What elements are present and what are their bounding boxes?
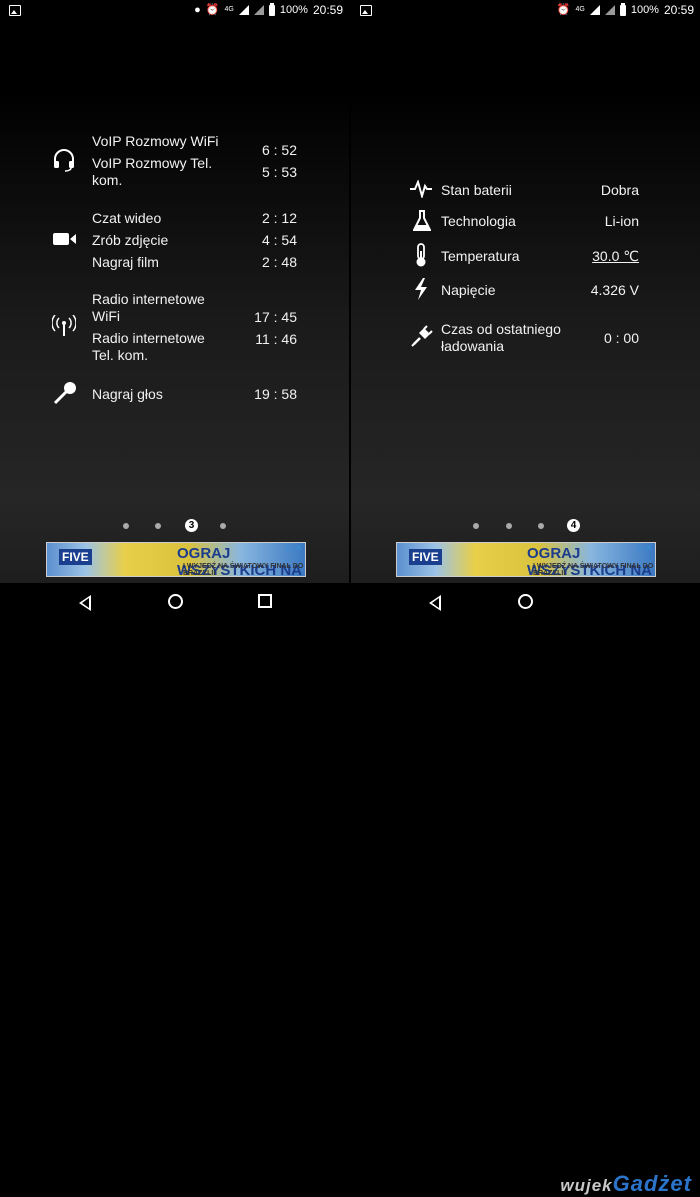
clock: 20:59 xyxy=(312,3,343,17)
home-button[interactable] xyxy=(168,594,183,609)
right-screen: ⏰ 4G 100% 20:59 Stan baterii Dobra Techn… xyxy=(351,0,700,1196)
radio-wifi-value: 17 : 45 xyxy=(254,309,297,325)
voltage-bolt-icon xyxy=(415,278,427,300)
radio-mobile-value: 11 : 46 xyxy=(255,331,297,347)
battery-percent: 100% xyxy=(279,4,308,16)
battery-icon xyxy=(619,2,626,16)
ad-banner[interactable]: FIVE OGRAJ WSZYSTKICH NA PAKA I WYJEDŹ N… xyxy=(46,542,306,577)
ad-brand: FIVE xyxy=(409,549,442,565)
take-photo-label: Zrób zdjęcie xyxy=(92,232,169,248)
take-photo-value: 4 : 54 xyxy=(261,232,297,248)
back-button[interactable] xyxy=(429,595,441,611)
page-dot[interactable] xyxy=(506,523,512,529)
watermark-name: Gadżet xyxy=(612,1171,692,1196)
battery-health-pulse-icon xyxy=(410,180,432,198)
signal-2-icon xyxy=(253,5,264,15)
page-dot-active[interactable]: 3 xyxy=(185,519,198,532)
ad-close-icon[interactable]: ▷✕ xyxy=(287,543,303,554)
record-voice-value: 19 : 58 xyxy=(254,386,297,402)
voip-mobile-label: VoIP Rozmowy Tel. kom. xyxy=(92,155,213,188)
radio-antenna-icon xyxy=(52,315,76,336)
voltage-value: 4.326 V xyxy=(590,282,639,298)
thermometer-icon xyxy=(416,243,426,267)
page-dot[interactable] xyxy=(473,523,479,529)
voip-wifi-value: 6 : 52 xyxy=(261,142,297,158)
voip-wifi-label: VoIP Rozmowy WiFi xyxy=(92,133,219,149)
ad-brand: FIVE xyxy=(59,549,92,565)
network-type-label: 4G xyxy=(575,6,585,13)
page-dot[interactable] xyxy=(123,523,129,529)
record-video-value: 2 : 48 xyxy=(261,254,297,270)
page-indicator: 4 xyxy=(351,519,700,533)
voltage-label: Napięcie xyxy=(441,282,496,298)
gallery-notification-icon xyxy=(9,5,21,16)
headset-icon xyxy=(54,149,74,172)
signal-icon xyxy=(238,5,249,15)
voip-mobile-value: 5 : 53 xyxy=(261,164,297,180)
page-dot-active[interactable]: 4 xyxy=(567,519,580,532)
video-chat-label: Czat wideo xyxy=(92,210,162,226)
flask-icon xyxy=(413,210,431,231)
alarm-icon: ⏰ xyxy=(205,4,220,16)
battery-percent: 100% xyxy=(630,4,659,16)
network-type-label: 4G xyxy=(224,6,234,13)
record-video-label: Nagraj film xyxy=(92,254,159,270)
time-since-charge-value: 0 : 00 xyxy=(603,330,639,346)
status-bar: ● ⏰ 4G 100% 20:59 xyxy=(0,0,349,22)
left-screen: ● ⏰ 4G 100% 20:59 VoIP Rozmowy WiFi 6 : … xyxy=(0,0,349,622)
plug-icon xyxy=(411,325,433,347)
technology-label: Technologia xyxy=(441,213,516,229)
ad-subheadline: I WYJEDŹ NA ŚWIATOWY FINAŁ DO BRAZYLII xyxy=(533,563,654,577)
back-button[interactable] xyxy=(79,595,91,611)
microphone-icon xyxy=(53,382,76,405)
video-camera-icon xyxy=(53,233,76,245)
temperature-label: Temperatura xyxy=(441,248,520,264)
watermark-prefix: wujek xyxy=(560,1176,613,1195)
battery-icon xyxy=(268,2,275,16)
gallery-notification-icon xyxy=(360,5,372,16)
battery-health-label: Stan baterii xyxy=(441,182,512,198)
radio-mobile-label: Radio internetowe Tel. kom. xyxy=(92,330,205,363)
clock: 20:59 xyxy=(663,3,694,17)
page-dot[interactable] xyxy=(220,523,226,529)
status-bar: ⏰ 4G 100% 20:59 xyxy=(351,0,700,22)
radio-wifi-label: Radio internetowe WiFi xyxy=(92,291,205,324)
page-dot[interactable] xyxy=(538,523,544,529)
record-voice-label: Nagraj głos xyxy=(92,386,163,402)
page-dot[interactable] xyxy=(155,523,161,529)
recent-apps-button[interactable] xyxy=(258,594,272,608)
location-icon: ● xyxy=(194,4,201,16)
video-chat-value: 2 : 12 xyxy=(261,210,297,226)
page-indicator: 3 xyxy=(0,519,349,533)
technology-value: Li-ion xyxy=(604,213,639,229)
watermark-logo: wujekGadżet xyxy=(560,1171,692,1197)
battery-health-value: Dobra xyxy=(600,182,639,198)
signal-2-icon xyxy=(604,5,615,15)
ad-subheadline: I WYJEDŹ NA ŚWIATOWY FINAŁ DO BRAZYLII xyxy=(183,563,304,577)
home-button[interactable] xyxy=(518,594,533,609)
time-since-charge-label: Czas od ostatniego ładowania xyxy=(441,321,561,354)
signal-icon xyxy=(589,5,600,15)
navigation-bar: wujekGadżet xyxy=(351,583,700,1196)
alarm-icon: ⏰ xyxy=(556,4,571,16)
ad-banner[interactable]: FIVE OGRAJ WSZYSTKICH NA PAKA I WYJEDŹ N… xyxy=(396,542,656,577)
navigation-bar xyxy=(0,583,349,622)
temperature-value[interactable]: 30.0 ℃ xyxy=(592,248,639,265)
ad-close-icon[interactable]: ▷✕ xyxy=(637,543,653,554)
